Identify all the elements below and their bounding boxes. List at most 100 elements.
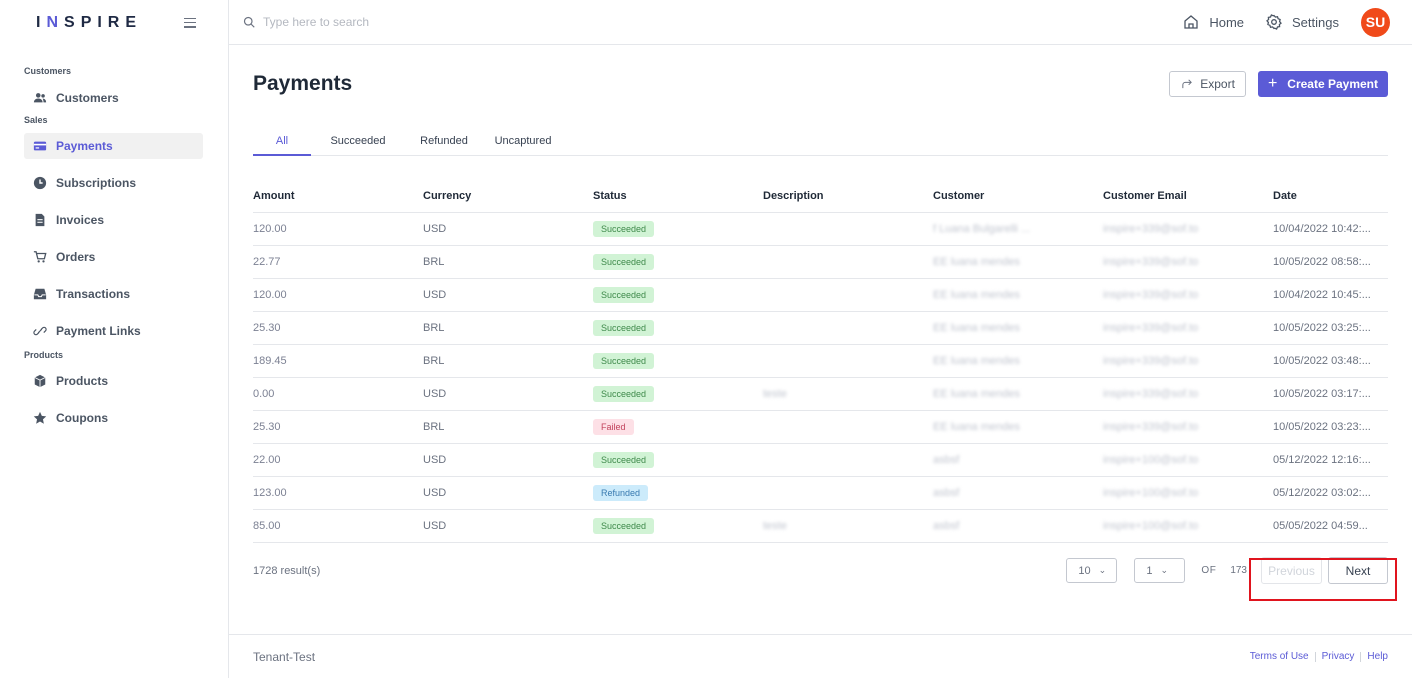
- currency-cell: BRL: [423, 344, 593, 378]
- link-icon: [32, 323, 48, 339]
- privacy-link[interactable]: Privacy: [1322, 651, 1355, 662]
- description-cell: [763, 476, 933, 510]
- logo-text-rest: SPIRE: [64, 13, 143, 31]
- terms-link[interactable]: Terms of Use: [1250, 651, 1309, 662]
- currency-cell: USD: [423, 212, 593, 246]
- previous-button[interactable]: Previous: [1261, 557, 1322, 584]
- clock-icon: [32, 175, 48, 191]
- create-payment-button[interactable]: + Create Payment: [1257, 71, 1388, 97]
- column-header-customer[interactable]: Customer: [933, 190, 1103, 213]
- inbox-icon: [32, 286, 48, 302]
- status-badge: Failed: [593, 418, 634, 435]
- page-footer: Tenant-Test Terms of Use Privacy Help: [229, 634, 1412, 678]
- users-icon: [32, 90, 48, 106]
- column-header-customer-email[interactable]: Customer Email: [1103, 190, 1273, 213]
- customer-cell: asbsf: [933, 509, 1103, 543]
- sidebar-item-coupons[interactable]: Coupons: [24, 405, 203, 431]
- logo-text: I: [36, 13, 47, 31]
- customer-email-cell: inspire+339@sof.to: [1103, 212, 1273, 246]
- sidebar-item-label: Transactions: [56, 287, 131, 301]
- amount-cell: 22.00: [253, 443, 423, 477]
- sidebar-item-label: Customers: [56, 91, 119, 105]
- next-button[interactable]: Next: [1328, 557, 1388, 584]
- sidebar-item-products[interactable]: Products: [24, 368, 203, 394]
- export-label: Export: [1200, 77, 1235, 91]
- sidebar-item-label: Invoices: [56, 213, 105, 227]
- sidebar-item-label: Subscriptions: [56, 176, 137, 190]
- help-link[interactable]: Help: [1367, 651, 1388, 662]
- sidebar-item-label: Payment Links: [56, 324, 141, 338]
- date-cell: 05/12/2022 03:02:...: [1273, 476, 1388, 510]
- page-size-select[interactable]: 10 ⌄: [1066, 558, 1118, 583]
- plus-icon: +: [1267, 75, 1278, 92]
- brand-logo[interactable]: INSPIRE: [36, 14, 142, 32]
- sidebar-item-payments[interactable]: Payments: [24, 133, 203, 159]
- search-input[interactable]: [263, 15, 563, 29]
- tab-uncaptured[interactable]: Uncaptured: [485, 123, 561, 156]
- table-row[interactable]: 0.00 USD Succeeded teste EE luana mendes insp…: [253, 377, 1388, 411]
- total-pages: 173: [1230, 565, 1247, 576]
- menu-toggle-icon[interactable]: [184, 17, 196, 28]
- tab-succeeded[interactable]: Succeeded: [315, 123, 401, 156]
- chevron-down-icon: ⌄: [1160, 565, 1169, 575]
- status-cell: Refunded: [593, 476, 763, 510]
- column-header-currency[interactable]: Currency: [423, 190, 593, 213]
- currency-cell: USD: [423, 278, 593, 312]
- sidebar-item-orders[interactable]: Orders: [24, 244, 203, 270]
- tab-refunded[interactable]: Refunded: [413, 123, 475, 156]
- section-label-sales: Sales: [24, 115, 48, 125]
- table-row[interactable]: 123.00 USD Refunded asbsf inspire+100@sof.to…: [253, 476, 1388, 510]
- sidebar-item-transactions[interactable]: Transactions: [24, 281, 203, 307]
- table-header-row: Amount Currency Status Description Custo…: [253, 190, 1388, 213]
- table-row[interactable]: 25.30 BRL Succeeded EE luana mendes inspire+…: [253, 311, 1388, 345]
- footer-links: Terms of Use Privacy Help: [1250, 651, 1388, 662]
- sidebar: INSPIRE Customers Customers Sales Paymen…: [0, 0, 229, 678]
- amount-cell: 120.00: [253, 212, 423, 246]
- customer-cell: f Luana Bulgarelli ...: [933, 212, 1103, 246]
- divider: [1360, 651, 1362, 662]
- table-row[interactable]: 22.77 BRL Succeeded EE luana mendes inspire+…: [253, 245, 1388, 279]
- customer-cell: EE luana mendes: [933, 377, 1103, 411]
- tab-all[interactable]: All: [253, 123, 311, 156]
- table-row[interactable]: 85.00 USD Succeeded teste asbsf inspire+100@s…: [253, 509, 1388, 543]
- document-icon: [32, 212, 48, 228]
- description-cell: [763, 311, 933, 345]
- customer-email-cell: inspire+100@sof.to: [1103, 509, 1273, 543]
- date-cell: 10/05/2022 03:48:...: [1273, 344, 1388, 378]
- export-button[interactable]: Export: [1169, 71, 1246, 97]
- share-arrow-icon: [1182, 79, 1193, 89]
- sidebar-item-label: Payments: [56, 139, 113, 153]
- sidebar-item-subscriptions[interactable]: Subscriptions: [24, 170, 203, 196]
- home-link[interactable]: Home: [1183, 14, 1244, 30]
- status-cell: Failed: [593, 410, 763, 444]
- table-row[interactable]: 22.00 USD Succeeded asbsf inspire+100@sof.to…: [253, 443, 1388, 477]
- cube-icon: [32, 373, 48, 389]
- customer-email-cell: inspire+339@sof.to: [1103, 311, 1273, 345]
- results-count: 1728 result(s): [253, 564, 321, 577]
- currency-cell: BRL: [423, 311, 593, 345]
- column-header-description[interactable]: Description: [763, 190, 933, 213]
- currency-cell: BRL: [423, 245, 593, 279]
- settings-link[interactable]: Settings: [1266, 14, 1339, 30]
- amount-cell: 123.00: [253, 476, 423, 510]
- logo-accent: N: [46, 13, 65, 31]
- home-label: Home: [1209, 14, 1245, 30]
- user-avatar[interactable]: SU: [1361, 7, 1390, 37]
- table-row[interactable]: 120.00 USD Succeeded f Luana Bulgarelli ...…: [253, 212, 1388, 246]
- sidebar-item-customers[interactable]: Customers: [24, 85, 203, 111]
- page-number-select[interactable]: 1 ⌄: [1134, 558, 1186, 583]
- sidebar-item-payment-links[interactable]: Payment Links: [24, 318, 203, 344]
- currency-cell: USD: [423, 377, 593, 411]
- sidebar-item-invoices[interactable]: Invoices: [24, 207, 203, 233]
- column-header-date[interactable]: Date: [1273, 190, 1388, 213]
- settings-label: Settings: [1292, 14, 1339, 30]
- status-cell: Succeeded: [593, 344, 763, 378]
- table-row[interactable]: 189.45 BRL Succeeded EE luana mendes inspire…: [253, 344, 1388, 378]
- column-header-amount[interactable]: Amount: [253, 190, 423, 213]
- status-cell: Succeeded: [593, 377, 763, 411]
- table-row[interactable]: 120.00 USD Succeeded EE luana mendes inspire…: [253, 278, 1388, 312]
- date-cell: 05/12/2022 12:16:...: [1273, 443, 1388, 477]
- table-row[interactable]: 25.30 BRL Failed EE luana mendes inspire+339…: [253, 410, 1388, 444]
- column-header-status[interactable]: Status: [593, 190, 763, 213]
- of-label: OF: [1201, 565, 1217, 576]
